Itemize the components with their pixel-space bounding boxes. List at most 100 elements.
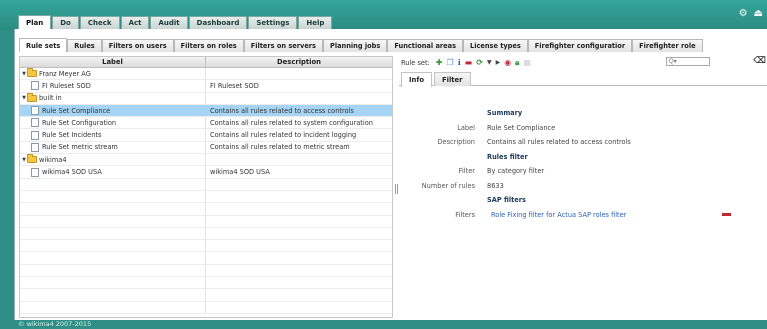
label-cell: ▼ Franz Meyer AG [20,68,206,80]
empty-row [20,277,392,290]
label-cell [20,252,206,264]
detail-tab-filter[interactable]: Filter [434,72,471,86]
document-icon [31,106,39,116]
tree-folder-row[interactable]: ▼ Franz Meyer AG [20,68,392,81]
logout-icon[interactable]: ⏏ [754,8,763,19]
main-tab-check[interactable]: Check [79,16,120,29]
empty-row [20,227,392,241]
copy-icon[interactable]: ❐ [446,58,453,67]
row-description [206,203,392,214]
search-input[interactable] [666,57,710,66]
sub-tab-license-types[interactable]: License types [463,39,528,52]
sap-filters-link[interactable]: Role Fixing filter for Actua SAP roles f… [491,211,626,219]
label-cell: wikima4 SOD USA [20,166,206,178]
row-description [206,68,392,79]
settings-icon[interactable]: ⚙ [739,8,748,19]
top-bar: Plan Do Check Act Audit Dashboard Settings Help… [0,0,767,30]
table-row[interactable]: Rule Set Compliance Contains all rules re… [20,104,392,118]
sub-tab-planning-jobs[interactable]: Planning jobs [322,39,388,52]
label-cell: Rule Set Configuration [20,117,206,129]
splitter-handle[interactable] [395,184,398,194]
number-of-rules-key: Number of rules [421,181,475,190]
export-icon[interactable]: ▦ [523,58,531,67]
label-cell: ▼ built in [20,92,206,104]
sub-tab-rule-sets[interactable]: Rule sets [19,38,68,52]
remove-icon[interactable]: ▬ [465,58,473,67]
info-icon[interactable]: ℹ [458,58,461,67]
table-row[interactable]: FI Ruleset SOD FI Ruleset SOD [20,80,392,93]
row-description [206,302,392,313]
rule-set-toolbar: Rule set: ✚ ❐ ℹ ▬ ⟳ ▼ ▶ ◉ 🔒︎ ▦ ⌫ [399,56,767,69]
sub-tab-firefighter-role[interactable]: Firefighter role [632,39,703,52]
empty-row [20,289,392,302]
top-icons: ⚙ ⏏ [739,8,763,19]
row-description: Contains all rules related to access con… [210,106,354,115]
empty-row [20,264,392,278]
sub-tabs: Rule sets Rules Filters on users Filters on… [19,38,703,53]
detail-tab-info[interactable]: Info [401,72,432,87]
main-tab-do[interactable]: Do [52,16,79,29]
info-details: Summary Label Rule Set Compliance Descri… [399,106,767,222]
row-description: FI Ruleset SOD [210,81,259,90]
row-label: built in [39,94,62,103]
folder-icon [27,92,37,102]
row-label: Rule Set Compliance [42,106,111,115]
sub-tab-rules[interactable]: Rules [67,39,102,52]
sub-tab-filters-on-servers[interactable]: Filters on servers [243,39,323,52]
document-icon [31,167,39,177]
play-icon[interactable]: ▶ [496,59,501,67]
folder-icon [27,68,37,78]
row-description: wikima4 SOD USA [210,168,270,177]
main-tab-audit[interactable]: Audit [150,16,188,29]
add-icon[interactable]: ✚ [436,58,443,67]
row-description [206,93,392,104]
main-tab-dashboard[interactable]: Dashboard [188,16,248,29]
row-label: Franz Meyer AG [39,69,91,78]
row-label: Rule Set metric stream [42,143,118,152]
sub-tab-functional-areas[interactable]: Functional areas [387,39,463,52]
label-cell [20,289,206,301]
document-icon [31,130,39,140]
empty-row [20,240,392,253]
sub-tab-firefighter-configuratior[interactable]: Firefighter configuratior [527,39,633,52]
empty-row [20,252,392,265]
tree-folder-row[interactable]: ▼ wikima4 [20,154,392,167]
dropdown-icon[interactable]: ▼ [487,59,492,67]
folder-icon [27,154,37,164]
table-row[interactable]: Rule Set Incidents Contains all rules rel… [20,129,392,142]
label-cell [20,178,206,190]
row-description [206,240,392,251]
table-row[interactable]: Rule Set metric stream Contains all rules… [20,141,392,155]
document-icon [31,118,39,128]
main-tab-help[interactable]: Help [298,16,333,29]
remove-filter-button[interactable] [722,212,731,216]
table-row[interactable]: wikima4 SOD USA wikima4 SOD USA [20,166,392,179]
row-description: Contains all rules related to metric str… [210,143,350,152]
description-key: Description [437,138,475,146]
label-key: Label [457,123,475,132]
refresh-icon[interactable]: ⟳ [476,58,483,67]
table-row[interactable]: Rule Set Configuration Contains all rules… [20,117,392,130]
number-of-rules-value: 8633 [487,181,504,190]
label-cell [20,215,206,227]
main-tab-act[interactable]: Act [120,16,150,29]
lock-icon[interactable]: 🔒︎ [515,58,519,67]
main-tabs: Plan Do Check Act Audit Dashboard Settings Help [18,15,333,29]
sub-tab-filters-on-roles[interactable]: Filters on roles [173,39,244,52]
tree-folder-row[interactable]: ▼ built in [20,92,392,105]
row-label: FI Ruleset SOD [42,81,91,90]
report-icon[interactable]: ◉ [504,58,511,67]
document-icon [31,142,39,152]
column-header-description[interactable]: Description [206,57,392,67]
clear-search-icon[interactable]: ⌫ [753,56,766,66]
main-tab-plan[interactable]: Plan [18,15,52,29]
row-description [206,154,392,165]
row-label: Rule Set Incidents [42,131,102,140]
description-value: Contains all rules related to access con… [487,138,631,146]
sub-tab-filters-on-users[interactable]: Filters on users [101,39,174,52]
column-header-label[interactable]: Label [20,57,206,67]
label-cell: Rule Set Compliance [20,104,206,117]
main-tab-settings[interactable]: Settings [248,16,298,29]
label-cell [20,277,206,289]
grid-header: Label Description [20,57,392,68]
